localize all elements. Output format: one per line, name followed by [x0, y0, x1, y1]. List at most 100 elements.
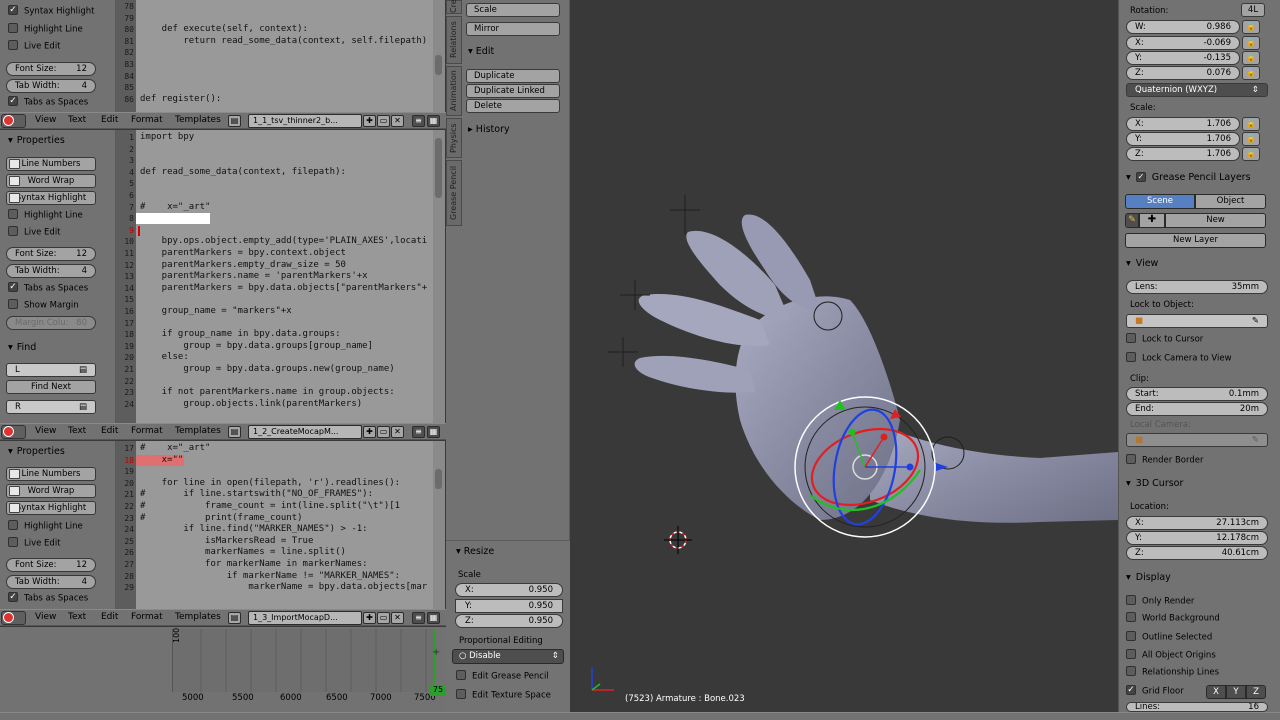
outline-selected-check[interactable]: Outline Selected: [1126, 631, 1212, 644]
menu-text[interactable]: Text: [68, 612, 86, 622]
clipboard-icon[interactable]: ▤: [79, 364, 87, 376]
edit-section-title[interactable]: ▾ Edit: [468, 46, 494, 57]
checkbox-icon[interactable]: [1126, 631, 1136, 641]
rotation-x-field[interactable]: X: -0.069: [1126, 36, 1240, 50]
gp-scene-tab[interactable]: Scene: [1125, 194, 1195, 209]
checkbox-icon[interactable]: [456, 670, 466, 680]
code-line[interactable]: parentMarkers = bpy.context.object: [140, 248, 346, 259]
checkbox-icon[interactable]: [1126, 612, 1136, 622]
new-layer-button[interactable]: New Layer: [1125, 233, 1266, 248]
checkbox-icon[interactable]: [8, 537, 18, 547]
editor3-code[interactable]: # x="_art" x="" for line in open(filepat…: [136, 441, 433, 609]
checkbox-icon[interactable]: [1126, 666, 1136, 676]
code-line[interactable]: # print(frame_count): [140, 513, 303, 524]
code-line[interactable]: if markerName != "MARKER_NAMES":: [140, 571, 400, 582]
margin-column-field[interactable]: Margin Colu: 80: [6, 316, 96, 330]
lens-field[interactable]: Lens: 35mm: [1126, 280, 1268, 294]
scale-z-field[interactable]: Z: 1.706: [1126, 147, 1240, 161]
editor-type-button[interactable]: [1, 114, 26, 128]
scale-y-field[interactable]: Y: 1.706: [1126, 132, 1240, 146]
timeline-area[interactable]: 100 5000 5500 6000 6500 7000 7500 75 +: [0, 627, 446, 712]
only-render-check[interactable]: Only Render: [1126, 595, 1194, 608]
3d-cursor-section-header[interactable]: 3D Cursor: [1126, 478, 1184, 489]
eyedropper-icon[interactable]: ✎: [1252, 434, 1259, 446]
checkbox-icon[interactable]: [8, 40, 18, 50]
checkbox-icon[interactable]: [1126, 649, 1136, 659]
syntax-toggle-icon[interactable]: ▦: [427, 115, 440, 127]
tab-width-field[interactable]: Tab Width: 4: [6, 79, 96, 93]
code-line[interactable]: group.objects.link(parentMarkers): [140, 399, 362, 410]
render-border-check[interactable]: Render Border: [1126, 454, 1203, 467]
edit-grease-pencil-check[interactable]: Edit Grease Pencil: [456, 670, 549, 683]
checkbox-icon[interactable]: [1126, 595, 1136, 605]
display-section-header[interactable]: Display: [1126, 572, 1171, 583]
code-line[interactable]: def execute(self, context):: [140, 24, 308, 35]
plus-icon[interactable]: +: [432, 647, 440, 658]
code-line[interactable]: x="": [140, 455, 184, 466]
grid-axis-x-toggle[interactable]: X: [1206, 685, 1226, 699]
checkbox-icon[interactable]: ✓: [1126, 685, 1136, 695]
checkbox-icon[interactable]: ✓: [8, 592, 18, 602]
checkbox-icon[interactable]: [456, 689, 466, 699]
resize-x-field[interactable]: X: 0.950: [455, 583, 563, 597]
tabs-as-spaces-check[interactable]: ✓ Tabs as Spaces: [8, 96, 88, 109]
all-object-origins-check[interactable]: All Object Origins: [1126, 649, 1216, 662]
live-edit-check[interactable]: Live Edit: [8, 40, 61, 53]
live-edit-check[interactable]: Live Edit: [8, 537, 61, 550]
tabs-as-spaces-check[interactable]: ✓ Tabs as Spaces: [8, 592, 88, 605]
tab-create[interactable]: Create: [446, 0, 462, 14]
text-file-name[interactable]: 1_2_CreateMocapM...: [248, 425, 362, 439]
word-wrap-button[interactable]: Word Wrap: [6, 484, 96, 498]
3d-viewport[interactable]: (7523) Armature : Bone.023: [570, 0, 1118, 712]
checkbox-icon[interactable]: ✓: [8, 282, 18, 292]
code-line[interactable]: # if line.startswith("NO_OF_FRAMES"):: [140, 489, 373, 500]
code-line[interactable]: for markerName in markerNames:: [140, 559, 368, 570]
checkbox-icon[interactable]: [8, 226, 18, 236]
grid-floor-check[interactable]: ✓ Grid Floor: [1126, 685, 1184, 698]
tabs-as-spaces-check[interactable]: ✓ Tabs as Spaces: [8, 282, 88, 295]
text-datablock-icon[interactable]: ▤: [228, 115, 241, 127]
view-section-header[interactable]: View: [1126, 258, 1159, 269]
tab-width-field[interactable]: Tab Width: 4: [6, 264, 96, 278]
syntax-highlight-button[interactable]: Syntax Highlight: [6, 501, 96, 515]
menu-edit[interactable]: Edit: [101, 612, 118, 622]
tab-physics[interactable]: Physics: [446, 118, 462, 158]
properties-title[interactable]: Properties: [8, 446, 65, 457]
checkbox-icon[interactable]: [8, 299, 18, 309]
code-line[interactable]: def register():: [140, 94, 221, 105]
line-numbers-button[interactable]: Line Numbers: [6, 157, 96, 171]
code-line[interactable]: markerName = bpy.data.objects[mar: [140, 582, 427, 593]
checkbox-icon[interactable]: [1126, 352, 1136, 362]
editor2-scrollbar[interactable]: [433, 130, 445, 423]
new-text-icon[interactable]: ✚: [363, 115, 376, 127]
text-file-name[interactable]: 1_1_tsv_thinner2_b...: [248, 114, 362, 128]
font-size-field[interactable]: Font Size: 12: [6, 558, 96, 572]
font-size-field[interactable]: Font Size: 12: [6, 247, 96, 261]
checkbox-icon[interactable]: [1126, 454, 1136, 464]
code-line[interactable]: group = bpy.data.groups[group_name]: [140, 341, 373, 352]
unlink-icon[interactable]: ✕: [391, 426, 404, 438]
lock-icon[interactable]: 🔓: [1242, 20, 1260, 34]
delete-button[interactable]: Delete: [466, 99, 560, 113]
checkbox-icon[interactable]: ✓: [8, 5, 18, 15]
rotation-w-field[interactable]: W: 0.986: [1126, 20, 1240, 34]
menu-templates[interactable]: Templates: [175, 612, 221, 622]
code-line[interactable]: def read_some_data(context, filepath):: [140, 167, 346, 178]
line-numbers-button[interactable]: Line Numbers: [6, 467, 96, 481]
cursor-y-field[interactable]: Y: 12.178cm: [1126, 531, 1268, 545]
eyedropper-icon[interactable]: ✎: [1252, 315, 1259, 327]
lock-icon[interactable]: 🔓: [1242, 147, 1260, 161]
code-line[interactable]: markerNames = line.split(): [140, 547, 346, 558]
find-next-button[interactable]: Find Next: [6, 380, 96, 394]
cursor-z-field[interactable]: Z: 40.61cm: [1126, 546, 1268, 560]
cursor-x-field[interactable]: X: 27.113cm: [1126, 516, 1268, 530]
new-text-icon[interactable]: ✚: [363, 426, 376, 438]
lock-to-object-field[interactable]: ■ ✎: [1126, 314, 1268, 328]
mirror-button[interactable]: Mirror: [466, 22, 560, 36]
menu-edit[interactable]: Edit: [101, 426, 118, 436]
lock-to-cursor-check[interactable]: Lock to Cursor: [1126, 333, 1203, 346]
editor2-code[interactable]: import bpy def read_some_data(context, fi…: [136, 130, 433, 423]
open-file-icon[interactable]: ▭: [377, 115, 390, 127]
menu-view[interactable]: View: [35, 612, 56, 622]
scale-x-field[interactable]: X: 1.706: [1126, 117, 1240, 131]
